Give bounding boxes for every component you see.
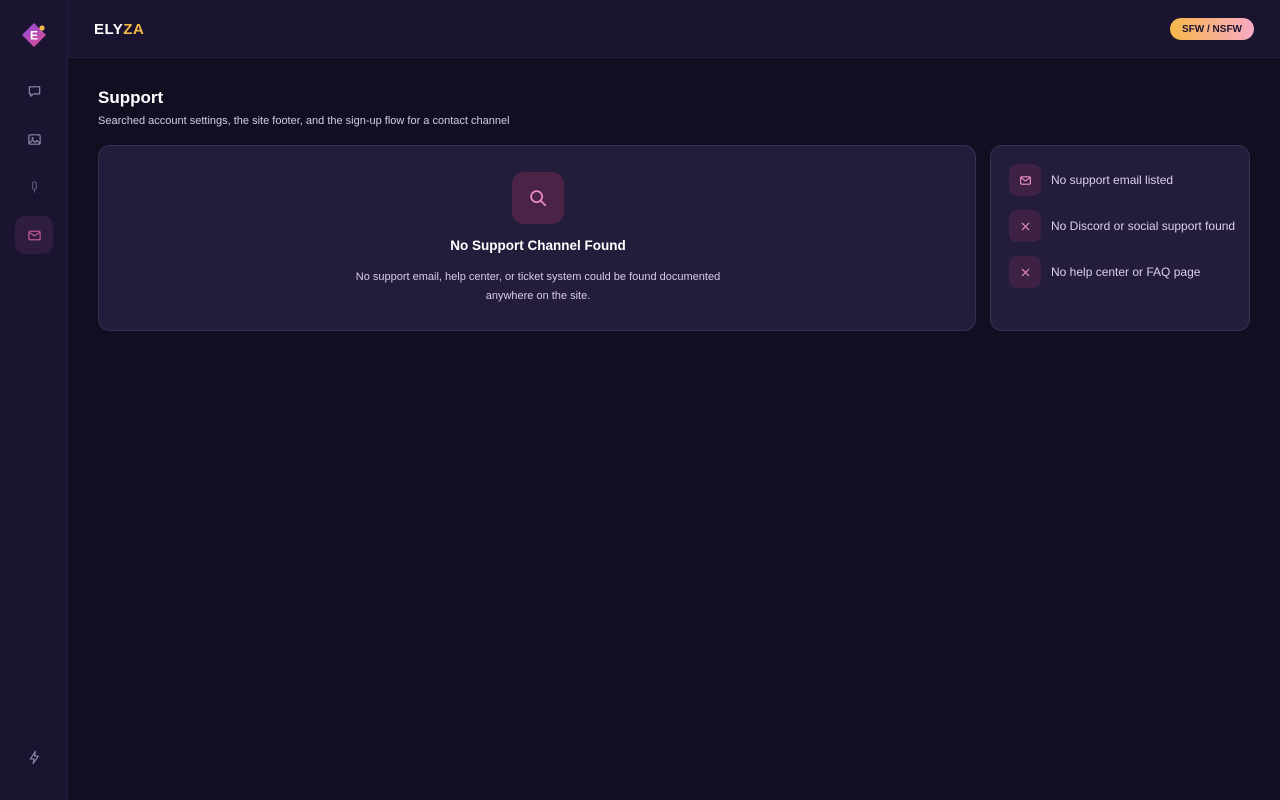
result-heading: No Support Channel Found bbox=[450, 238, 626, 253]
sfw-nsfw-toggle[interactable]: SFW / NSFW bbox=[1170, 18, 1254, 40]
check-label: No support email listed bbox=[1051, 173, 1174, 187]
check-item-help-center: No help center or FAQ page bbox=[1009, 256, 1200, 288]
result-card: No Support Channel Found No support emai… bbox=[98, 145, 976, 331]
lightning-icon bbox=[29, 750, 39, 764]
close-icon bbox=[1021, 268, 1029, 276]
top-bar: ELYZA SFW / NSFW bbox=[68, 0, 1280, 58]
result-description: No support email, help center, or ticket… bbox=[355, 271, 721, 302]
brand-part-1: ELY bbox=[94, 21, 124, 38]
sidebar-item-chat[interactable] bbox=[15, 72, 53, 110]
sidebar: E bbox=[0, 0, 68, 800]
mail-icon bbox=[27, 230, 41, 240]
search-icon bbox=[530, 190, 547, 207]
page-title: Support bbox=[98, 88, 164, 107]
logo-letter: E bbox=[30, 29, 38, 43]
brand-wordmark[interactable]: ELYZA bbox=[94, 21, 144, 38]
check-label: No Discord or social support found bbox=[1051, 219, 1236, 233]
check-item-email: No support email listed bbox=[1009, 164, 1173, 196]
sidebar-item-support[interactable] bbox=[15, 216, 53, 254]
main-content: Support Searched account settings, the s… bbox=[98, 88, 1250, 331]
chat-bubble-icon bbox=[28, 85, 40, 97]
sidebar-item-upgrade[interactable] bbox=[15, 738, 53, 776]
close-icon bbox=[1021, 222, 1029, 230]
brand-part-2: ZA bbox=[123, 21, 145, 38]
brand-logo-icon[interactable]: E bbox=[21, 22, 47, 48]
mail-icon bbox=[1019, 175, 1031, 185]
image-icon bbox=[27, 133, 41, 145]
check-label: No help center or FAQ page bbox=[1051, 265, 1201, 279]
page-subtitle: Searched account settings, the site foot… bbox=[98, 115, 510, 127]
search-icon-tile bbox=[512, 172, 564, 224]
microphone-icon bbox=[31, 180, 37, 193]
sidebar-item-voice[interactable] bbox=[15, 168, 53, 206]
sidebar-item-images[interactable] bbox=[15, 120, 53, 158]
checks-card: No support email listed No Discord or so… bbox=[990, 145, 1250, 331]
check-item-social: No Discord or social support found bbox=[1009, 210, 1235, 242]
